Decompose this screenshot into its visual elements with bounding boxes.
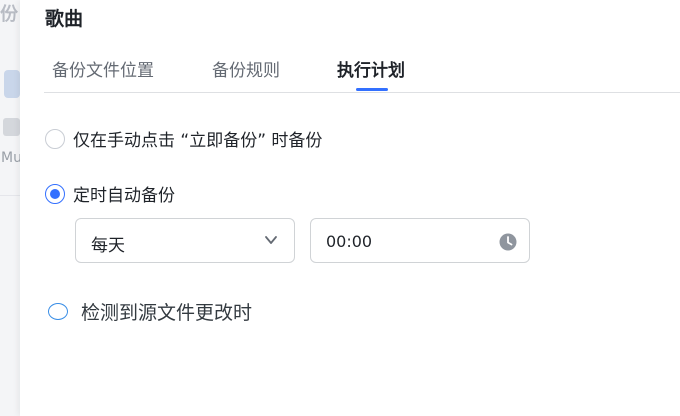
background-partial-text: 份 <box>0 4 18 25</box>
tab-bar: 备份文件位置 备份规则 执行计划 <box>44 56 680 93</box>
frequency-select[interactable]: 每天 <box>75 218 295 263</box>
background-window: 份 Mu <box>0 0 20 416</box>
tab-execution-plan[interactable]: 执行计划 <box>337 56 405 92</box>
time-input[interactable]: 00:00 <box>310 218 530 263</box>
clock-icon[interactable] <box>499 233 517 251</box>
option-on-file-change[interactable]: 检测到源文件更改时 <box>48 298 252 325</box>
tab-backup-location[interactable]: 备份文件位置 <box>52 56 154 92</box>
option-manual-backup[interactable]: 仅在手动点击 “立即备份” 时备份 <box>45 126 322 151</box>
radio-on-file-change[interactable] <box>48 303 68 320</box>
time-value: 00:00 <box>326 232 373 251</box>
option-manual-backup-label: 仅在手动点击 “立即备份” 时备份 <box>73 131 323 151</box>
background-divider <box>0 195 20 196</box>
frequency-value: 每天 <box>91 236 125 256</box>
background-partial-label: Mu <box>1 150 20 166</box>
chevron-down-icon <box>265 236 277 244</box>
backup-settings-dialog: 歌曲 备份文件位置 备份规则 执行计划 仅在手动点击 “立即备份” 时备份 定时… <box>20 0 680 416</box>
active-tab-indicator <box>356 88 388 91</box>
radio-scheduled-backup[interactable] <box>45 183 65 204</box>
option-on-file-change-label: 检测到源文件更改时 <box>81 302 253 324</box>
option-scheduled-backup[interactable]: 定时自动备份 <box>45 181 175 206</box>
background-folder-icon <box>4 70 20 98</box>
background-drive-icon <box>3 118 20 136</box>
radio-manual-backup[interactable] <box>45 128 65 149</box>
dialog-title: 歌曲 <box>45 8 84 30</box>
tab-backup-rules[interactable]: 备份规则 <box>212 56 280 92</box>
option-scheduled-backup-label: 定时自动备份 <box>73 186 175 206</box>
